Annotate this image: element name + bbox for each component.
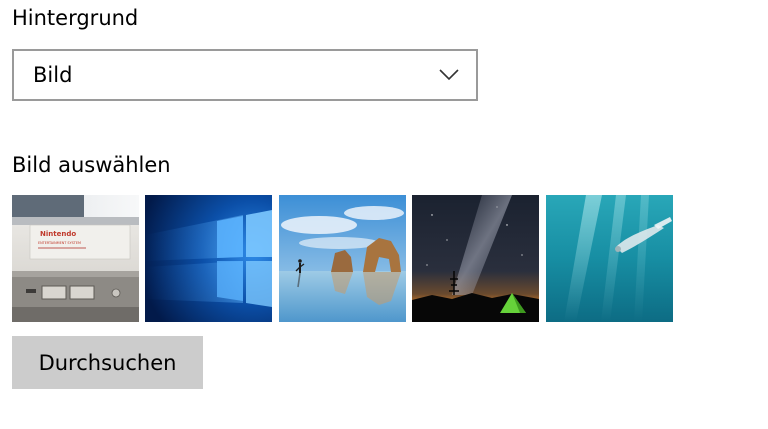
thumbnail-nes-console[interactable]: Nintendo ENTERTAINMENT SYSTEM [12, 195, 139, 322]
choose-picture-label: Bild auswählen [12, 153, 171, 177]
chevron-down-icon [439, 69, 459, 81]
personalization-background-page: Hintergrund Bild Bild auswählen Nintendo… [0, 0, 768, 429]
beach-image [279, 195, 406, 322]
thumbnail-underwater-swimmer[interactable] [546, 195, 673, 322]
windows-hero-image [145, 195, 272, 322]
background-dropdown-value: Bild [33, 63, 73, 87]
svg-text:ENTERTAINMENT SYSTEM: ENTERTAINMENT SYSTEM [38, 241, 81, 245]
thumbnail-night-sky-tent[interactable] [412, 195, 539, 322]
thumbnail-beach-rock-arch[interactable] [279, 195, 406, 322]
background-dropdown[interactable]: Bild [12, 49, 478, 101]
background-label: Hintergrund [12, 6, 139, 30]
browse-button[interactable]: Durchsuchen [12, 336, 203, 389]
night-sky-image [412, 195, 539, 322]
underwater-image [546, 195, 673, 322]
nes-console-image: Nintendo ENTERTAINMENT SYSTEM [12, 195, 139, 322]
svg-text:Nintendo: Nintendo [40, 230, 76, 238]
thumbnail-windows-10-hero[interactable] [145, 195, 272, 322]
